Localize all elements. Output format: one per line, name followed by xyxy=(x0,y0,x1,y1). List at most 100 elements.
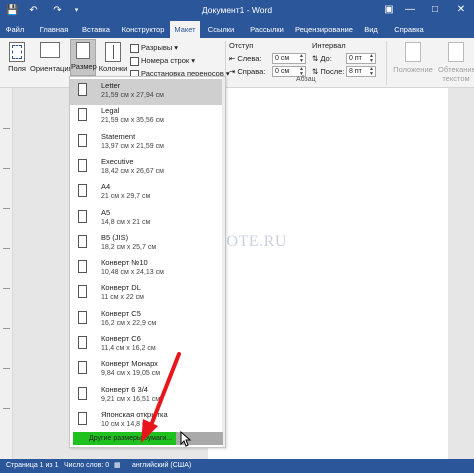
tab-references[interactable]: Ссылки xyxy=(203,21,239,38)
margins-label: Поля xyxy=(8,64,26,73)
line-numbers-button[interactable]: Номера строк ▾ xyxy=(130,55,195,66)
indent-left-icon: ⇤ xyxy=(229,54,236,63)
tab-insert[interactable]: Вставка xyxy=(78,21,114,38)
paper-sheet-icon xyxy=(78,184,87,198)
line-numbers-icon xyxy=(130,56,139,66)
paper-sheet-icon xyxy=(78,158,87,172)
indent-right-text: Справа: xyxy=(237,67,266,76)
margins-button[interactable]: Поля xyxy=(4,40,30,84)
paper-size-name: Японская открытка xyxy=(101,409,168,419)
tab-home[interactable]: Главная xyxy=(34,21,74,38)
indent-right-label: ⇥ Справа: xyxy=(229,67,265,76)
orientation-button[interactable]: Ориентация xyxy=(30,40,73,84)
paper-size-item[interactable]: Конверт DL 11 см x 22 см xyxy=(70,281,225,307)
paper-size-dropdown: Letter 21,59 см x 27,94 см Legal 21,59 см x… xyxy=(69,76,226,448)
tab-design[interactable]: Конструктор xyxy=(119,21,167,38)
line-numbers-label: Номера строк xyxy=(141,56,190,65)
more-paper-sizes-button[interactable]: Другие размеры бумаги... xyxy=(73,432,223,445)
paper-size-name: Конверт Монарх xyxy=(101,359,158,369)
tab-review[interactable]: Рецензирование xyxy=(293,21,355,38)
paper-size-item[interactable]: B5 (JIS) 18,2 см x 25,7 см xyxy=(70,231,225,257)
ribbon-separator xyxy=(386,41,387,85)
paper-size-dimensions: 9,84 см x 19,05 см xyxy=(101,370,161,378)
paper-sheet-icon xyxy=(78,234,87,248)
paper-size-name: Конверт C6 xyxy=(101,334,141,343)
spin-arrows-icon[interactable]: ▲ ▼ xyxy=(369,54,374,64)
paper-size-item[interactable]: Конверт C5 16,2 см x 22,9 см xyxy=(70,307,225,333)
paper-size-item[interactable]: Executive 18,42 см x 26,67 см xyxy=(70,155,225,181)
paper-size-dimensions: 16,2 см x 22,9 см xyxy=(101,319,157,327)
document-page[interactable] xyxy=(208,88,448,459)
tab-layout[interactable]: Макет xyxy=(170,21,200,38)
status-bar: Страница 1 из 1 Число слов: 0 ▦ английск… xyxy=(0,459,474,473)
indent-left-input[interactable]: 0 см ▲ ▼ xyxy=(272,53,306,64)
spacing-after-icon: ⇅ xyxy=(312,67,319,76)
spacing-after-text: После: xyxy=(320,67,345,76)
orientation-icon xyxy=(40,42,60,58)
tab-view[interactable]: Вид xyxy=(359,21,383,38)
paper-size-name: Конверт C5 xyxy=(101,308,141,318)
paper-sheet-icon xyxy=(78,411,87,425)
paper-size-dimensions: 18,2 см x 25,7 см xyxy=(101,243,157,251)
title-bar: 💾 ↶ ↷ ▾ Документ1 - Word ▣ — □ ✕ xyxy=(0,0,474,21)
page-count[interactable]: Страница 1 из 1 xyxy=(6,459,58,473)
word-count[interactable]: Число слов: 0 xyxy=(64,459,109,473)
minimize-icon[interactable]: — xyxy=(403,3,417,17)
tab-help[interactable]: Справка xyxy=(391,21,427,38)
position-button[interactable]: Положение xyxy=(390,40,436,84)
paper-size-dimensions: 14,8 см x 21 см xyxy=(101,218,151,226)
paper-size-item[interactable]: A4 21 см x 29,7 см xyxy=(70,180,225,206)
ribbon-display-options-icon[interactable]: ▣ xyxy=(382,3,396,17)
size-label: Размер xyxy=(71,62,97,71)
tab-file[interactable]: Файл xyxy=(0,21,30,38)
paper-size-dimensions: 18,42 см x 26,67 см xyxy=(101,167,164,175)
tab-mailings[interactable]: Рассылки xyxy=(247,21,287,38)
spacing-before-value: 0 пт xyxy=(349,55,362,62)
spin-arrows-icon[interactable]: ▲ ▼ xyxy=(369,67,374,77)
paper-size-dimensions: 21,59 см x 35,56 см xyxy=(101,117,164,125)
proofing-icon[interactable]: ▦ xyxy=(114,459,121,473)
paper-size-item[interactable]: Legal 21,59 см x 35,56 см xyxy=(70,104,225,130)
paper-size-name: Legal xyxy=(101,106,120,116)
ruler-tick xyxy=(3,288,10,289)
language[interactable]: английский (США) xyxy=(132,459,191,473)
paper-size-name: Конверт 6 3/4 xyxy=(101,384,148,394)
indent-left-text: Слева: xyxy=(237,54,262,63)
spacing-after-input[interactable]: 8 пт ▲ ▼ xyxy=(346,66,376,77)
more-paper-sizes-label: Другие размеры бумаги... xyxy=(73,432,176,445)
paper-sheet-icon xyxy=(78,83,87,96)
ruler-tick xyxy=(3,408,10,409)
paper-sheet-icon xyxy=(78,361,87,375)
close-icon[interactable]: ✕ xyxy=(454,3,468,17)
paper-size-item[interactable]: Конверт C6 11,4 см x 16,2 см xyxy=(70,332,225,358)
maximize-icon[interactable]: □ xyxy=(428,3,442,17)
paper-size-item[interactable]: Конверт 6 3/4 9,21 см x 16,51 см xyxy=(70,383,225,409)
paper-size-item[interactable]: Конверт №10 10,48 см x 24,13 см xyxy=(70,256,225,282)
spacing-before-input[interactable]: 0 пт ▲ ▼ xyxy=(346,53,376,64)
wrap-text-button[interactable]: Обтекание текстом xyxy=(438,40,474,84)
ruler-tick xyxy=(3,368,10,369)
spin-arrows-icon[interactable]: ▲ ▼ xyxy=(299,67,304,77)
paper-sheet-icon xyxy=(78,260,87,274)
paper-size-item[interactable]: Letter 21,59 см x 27,94 см xyxy=(70,79,225,105)
paper-sheet-icon xyxy=(78,209,87,223)
spacing-before-icon: ⇅ xyxy=(312,54,319,63)
ruler-tick xyxy=(3,208,10,209)
size-button[interactable]: Размер xyxy=(70,39,97,76)
indent-left-value: 0 см xyxy=(275,55,290,62)
dropdown-scrollbar[interactable] xyxy=(222,77,225,447)
paper-size-item[interactable]: Конверт Монарх 9,84 см x 19,05 см xyxy=(70,357,225,383)
paper-sheet-icon xyxy=(78,285,87,299)
ruler-tick xyxy=(3,248,10,249)
breaks-button[interactable]: Разрывы ▾ xyxy=(130,42,178,53)
paragraph-group-label: Абзац xyxy=(296,76,316,83)
paper-size-item[interactable]: Японская открытка 10 см x 14,8 см xyxy=(70,408,225,434)
paper-size-name: Letter xyxy=(101,81,121,90)
paper-size-dimensions: 9,21 см x 16,51 см xyxy=(101,395,161,403)
spin-arrows-icon[interactable]: ▲ ▼ xyxy=(299,54,304,64)
paper-size-item[interactable]: A5 14,8 см x 21 см xyxy=(70,206,225,232)
ruler-tick xyxy=(3,168,10,169)
paper-size-dimensions: 11,4 см x 16,2 см xyxy=(101,345,156,352)
paper-size-dimensions: 10,48 см x 24,13 см xyxy=(101,269,164,277)
paper-size-item[interactable]: Statement 13,97 см x 21,59 см xyxy=(70,130,225,156)
